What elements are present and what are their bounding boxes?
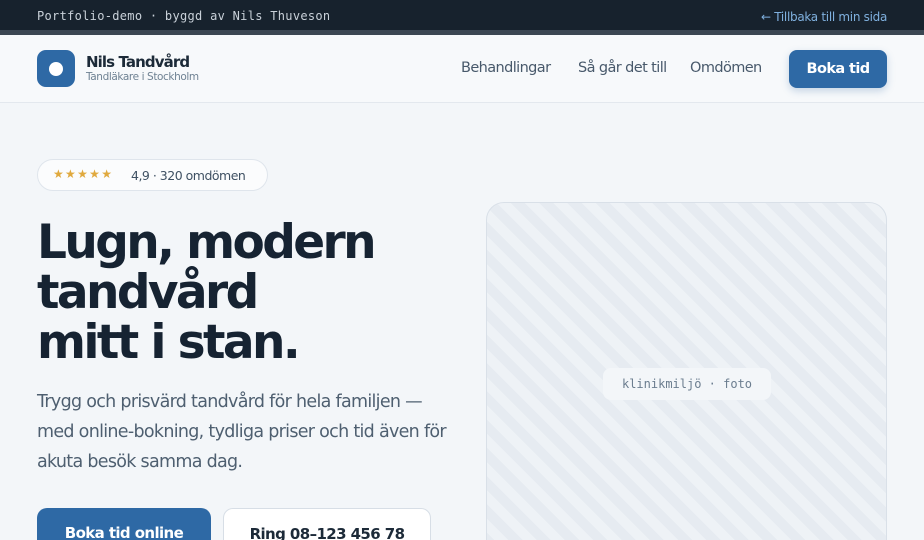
logo-dot	[49, 62, 63, 76]
call-phone-label: Ring 08–123 456 78	[249, 525, 405, 540]
brand-name[interactable]: Nils Tandvård	[86, 53, 190, 71]
logo-icon[interactable]	[37, 50, 75, 87]
call-phone-button[interactable]: Ring 08–123 456 78	[223, 508, 431, 540]
hero-heading: Lugn, modern tandvård mitt i stan.	[37, 218, 457, 368]
hero-heading-line: tandvård	[37, 265, 259, 320]
nav-how-it-works[interactable]: Så går det till	[578, 60, 667, 76]
hero-heading-line: Lugn, modern	[37, 215, 377, 270]
book-online-button[interactable]: Boka tid online	[37, 508, 211, 540]
rating-badge: ★★★★★ 4,9 · 320 omdömen	[37, 159, 268, 191]
photo-caption: klinikmiljö · foto	[603, 368, 771, 400]
nav-treatments[interactable]: Behandlingar	[461, 60, 551, 76]
demo-banner: Portfolio-demo · byggd av Nils Thuveson …	[0, 0, 924, 35]
brand-tagline: Tandläkare i Stockholm	[86, 71, 199, 83]
back-to-site-link[interactable]: ← Tillbaka till min sida	[761, 10, 887, 24]
rating-summary: 4,9 · 320 omdömen	[131, 168, 246, 183]
star-rating-icons: ★★★★★	[53, 167, 114, 181]
hero-description: Trygg och prisvärd tandvård för hela fam…	[37, 392, 447, 472]
book-online-label: Boka tid online	[64, 524, 184, 540]
clinic-photo-placeholder: klinikmiljö · foto	[486, 202, 887, 540]
nav-reviews[interactable]: Omdömen	[690, 60, 762, 76]
site-header: Nils Tandvård Tandläkare i Stockholm Beh…	[0, 35, 924, 103]
demo-banner-text: Portfolio-demo · byggd av Nils Thuveson	[37, 9, 331, 23]
hero-heading-line: mitt i stan.	[37, 315, 301, 370]
book-appointment-button[interactable]: Boka tid	[789, 50, 887, 88]
